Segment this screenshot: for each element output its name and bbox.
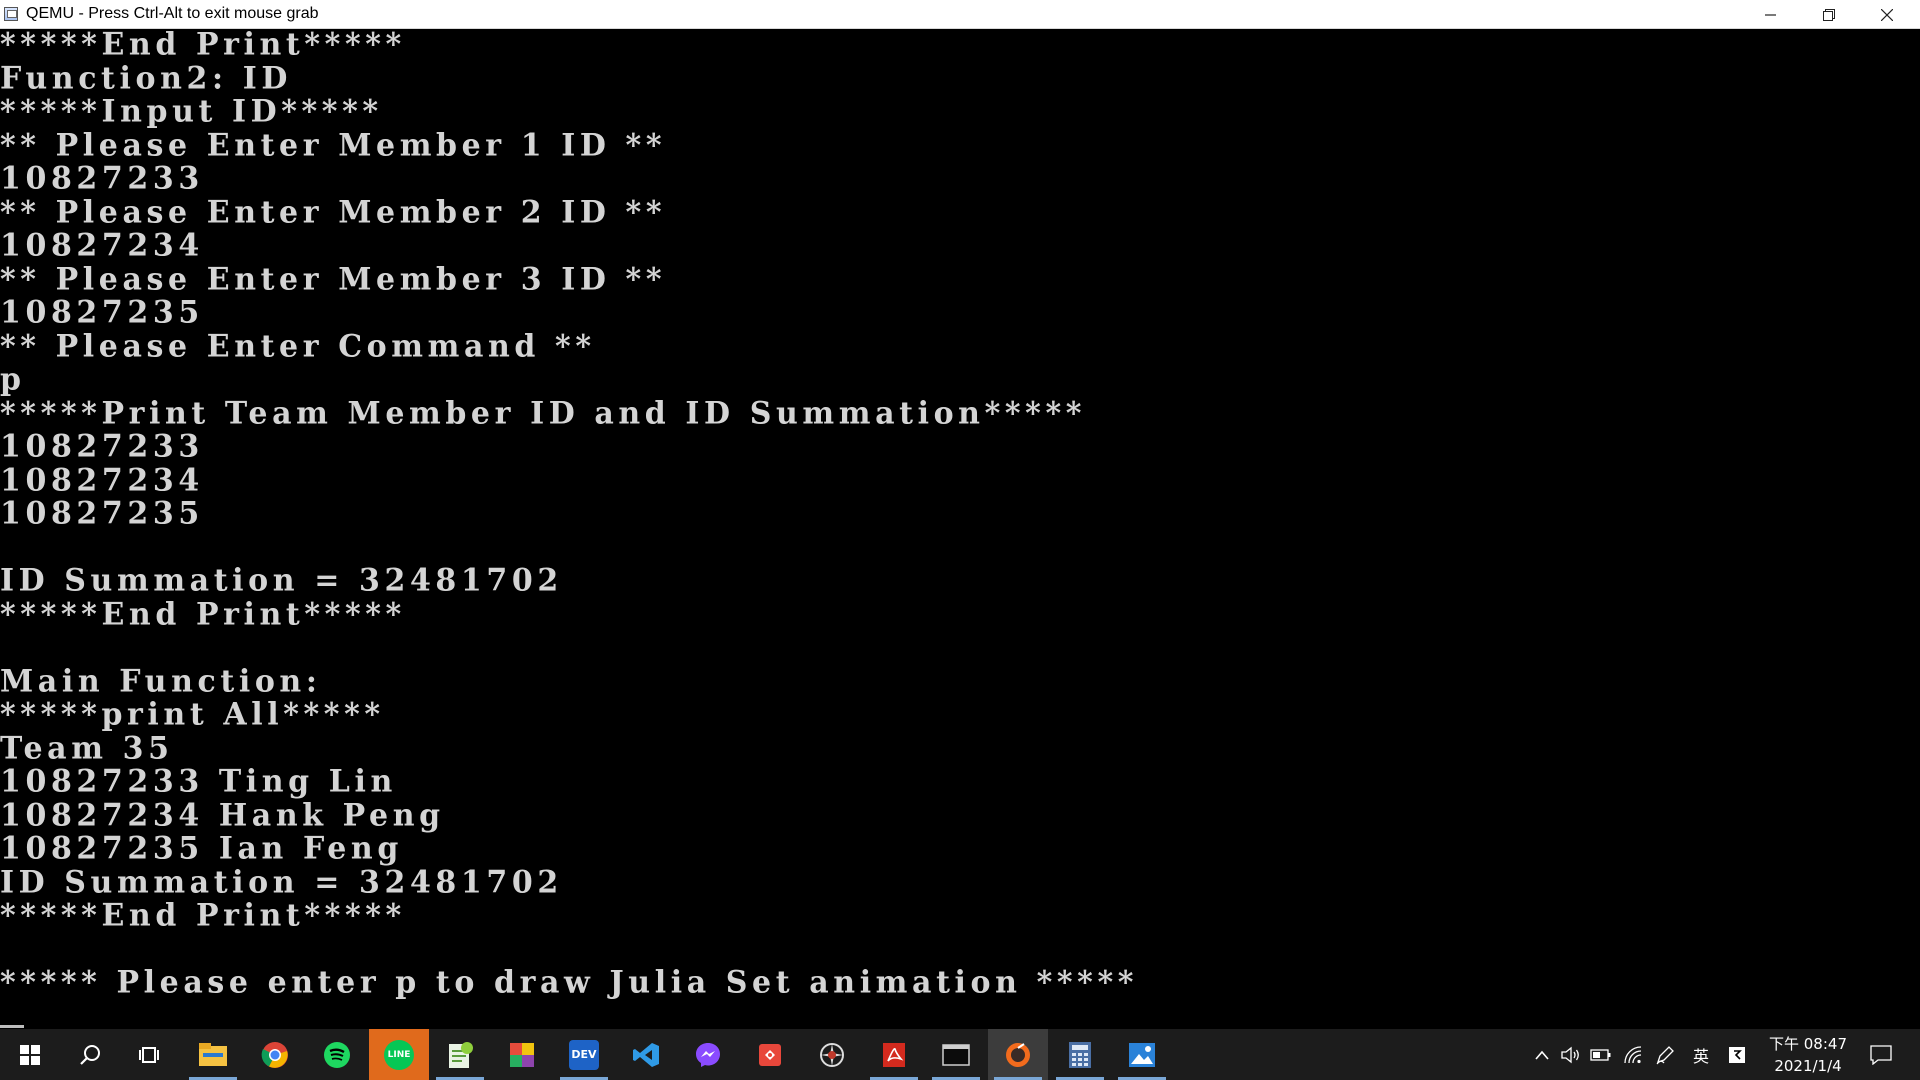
console-line: 10827233 Ting Lin	[0, 763, 397, 800]
taskbar-dev-cpp[interactable]: DEV	[554, 1029, 614, 1080]
taskbar-terminal[interactable]	[926, 1029, 986, 1080]
taskbar-spotify[interactable]	[307, 1029, 367, 1080]
console-line: *****End Print*****	[0, 897, 406, 934]
task-view-icon	[139, 1046, 159, 1063]
photos-icon	[1129, 1042, 1155, 1067]
battery-button[interactable]	[1588, 1029, 1614, 1080]
taskbar: LINE DEV 英 下午 08:47 2021/1/4	[0, 1029, 1920, 1080]
window-title: QEMU - Press Ctrl-Alt to exit mouse grab	[26, 5, 319, 22]
pen-workspace-button[interactable]	[1652, 1029, 1678, 1080]
acrobat-icon	[883, 1042, 905, 1067]
taskbar-colorful-app[interactable]	[492, 1029, 552, 1080]
text-cursor	[0, 1025, 24, 1028]
git-icon	[759, 1043, 781, 1066]
volume-button[interactable]	[1558, 1029, 1584, 1080]
restore-button[interactable]	[1800, 0, 1858, 29]
action-center-button[interactable]	[1864, 1029, 1898, 1080]
task-view-button[interactable]	[120, 1029, 180, 1080]
network-button[interactable]	[1620, 1029, 1646, 1080]
file-explorer-icon	[199, 1042, 227, 1066]
taskbar-line[interactable]: LINE	[369, 1029, 429, 1080]
ime-mode-icon	[1729, 1046, 1745, 1063]
start-icon	[20, 1044, 40, 1065]
console-line: ** Please Enter Member 1 ID **	[0, 127, 667, 164]
calculator-icon	[1069, 1041, 1091, 1068]
search-icon	[80, 1044, 100, 1065]
minimize-button[interactable]	[1742, 0, 1800, 29]
console-line: 10827234	[0, 227, 204, 264]
pen-icon	[1656, 1045, 1674, 1064]
console-line: ID Summation = 32481702	[0, 562, 563, 599]
notepad-plus-icon	[449, 1041, 473, 1068]
console-line: 10827234	[0, 462, 204, 499]
console-line: Main Function:	[0, 663, 322, 700]
console-line: *****End Print*****	[0, 28, 406, 63]
taskbar-settings-wheel[interactable]	[802, 1029, 862, 1080]
qemu-console[interactable]: *****End Print***** Function2: ID *****I…	[0, 28, 1920, 1029]
console-line: *****Input ID*****	[0, 93, 383, 130]
taskbar-notepad-plus[interactable]	[430, 1029, 490, 1080]
clock[interactable]: 下午 08:47 2021/1/4	[1760, 1033, 1856, 1077]
taskbar-vscode[interactable]	[616, 1029, 676, 1080]
minimize-icon	[1765, 13, 1776, 16]
speaker-icon	[1561, 1046, 1579, 1063]
wifi-icon	[1624, 1045, 1642, 1063]
restore-icon	[1823, 8, 1835, 21]
console-line: ** Please Enter Member 3 ID **	[0, 261, 667, 298]
console-line: 10827233	[0, 160, 204, 197]
console-line: 10827233	[0, 428, 204, 465]
close-button[interactable]	[1858, 0, 1916, 29]
dev-cpp-icon: DEV	[569, 1039, 599, 1070]
taskbar-calculator[interactable]	[1050, 1029, 1110, 1080]
console-line: *****End Print*****	[0, 596, 406, 633]
taskbar-chrome[interactable]	[245, 1029, 305, 1080]
settings-wheel-icon	[820, 1042, 844, 1067]
clock-date: 2021/1/4	[1774, 1057, 1842, 1075]
messenger-icon	[696, 1042, 720, 1067]
chrome-icon	[261, 1041, 288, 1068]
window-titlebar: QEMU - Press Ctrl-Alt to exit mouse grab	[0, 0, 1920, 29]
terminal-icon	[942, 1043, 970, 1066]
vscode-icon	[633, 1042, 659, 1067]
taskbar-messenger[interactable]	[678, 1029, 738, 1080]
notification-icon	[1870, 1044, 1892, 1065]
taskbar-git[interactable]	[740, 1029, 800, 1080]
ime-language-button[interactable]: 英	[1688, 1029, 1714, 1080]
console-line: 10827235	[0, 495, 204, 532]
console-line: p	[0, 361, 26, 398]
console-line: 10827235 Ian Feng	[0, 830, 403, 867]
console-line: 10827235	[0, 294, 204, 331]
battery-icon	[1590, 1048, 1611, 1061]
console-line: Function2: ID	[0, 60, 292, 97]
console-line: ID Summation = 32481702	[0, 864, 563, 901]
taskbar-file-explorer[interactable]	[183, 1029, 243, 1080]
ime-mode-button[interactable]	[1724, 1029, 1750, 1080]
console-line: *****print All*****	[0, 696, 385, 733]
clock-time: 下午 08:47	[1769, 1035, 1847, 1053]
console-line: 10827234 Hank Peng	[0, 797, 445, 834]
taskbar-photos[interactable]	[1112, 1029, 1172, 1080]
search-button[interactable]	[60, 1029, 120, 1080]
close-icon	[1881, 8, 1893, 21]
qemu-window-icon[interactable]	[4, 7, 18, 21]
taskbar-qemu[interactable]	[988, 1029, 1048, 1080]
console-line: ** Please Enter Command **	[0, 328, 596, 365]
spotify-icon	[324, 1041, 350, 1068]
console-line: ** Please Enter Member 2 ID **	[0, 194, 667, 231]
console-line: Team 35	[0, 730, 174, 767]
console-line: ***** Please enter p to draw Julia Set a…	[0, 964, 1139, 1001]
chevron-up-icon	[1535, 1050, 1549, 1060]
qemu-icon	[1006, 1042, 1030, 1067]
console-line: *****Print Team Member ID and ID Summati…	[0, 395, 1087, 432]
start-button[interactable]	[0, 1029, 60, 1080]
taskbar-acrobat[interactable]	[864, 1029, 924, 1080]
colorful-app-icon	[510, 1042, 534, 1067]
line-icon: LINE	[384, 1039, 414, 1070]
show-hidden-icons-button[interactable]	[1530, 1029, 1554, 1080]
